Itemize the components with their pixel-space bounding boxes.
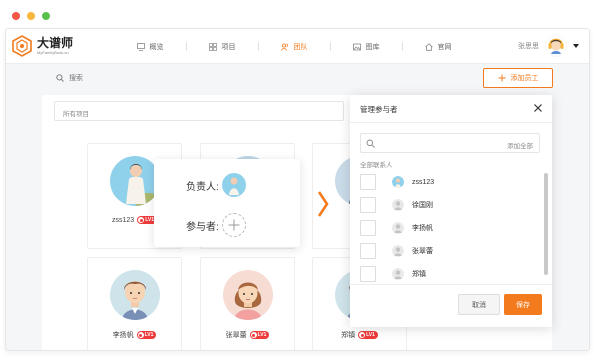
contacts-group-label: 全部联系人 [360, 162, 393, 169]
app-window: 大谱师 MyFamilyBook.cn 概览 项目 团队 图库 官网 张思思 搜… [5, 28, 590, 351]
search-label: 搜索 [69, 75, 83, 82]
contact-name: 徐国刚 [412, 202, 433, 209]
level-badge: LV1 [136, 331, 157, 339]
panel-footer: 取消 保存 [350, 284, 552, 327]
nav-team[interactable]: 团队 [258, 29, 330, 64]
owner-avatar[interactable] [221, 173, 246, 197]
main-nav: 概览 项目 团队 图库 官网 [114, 29, 474, 64]
plus-icon [228, 219, 240, 231]
contact-avatar [392, 176, 404, 188]
nav-overview-label: 概览 [149, 43, 164, 51]
add-participant-button[interactable] [221, 213, 246, 237]
nav-website[interactable]: 官网 [402, 29, 474, 64]
manage-participants-panel: 管理参与者 添加全部 全部联系人 zss123 徐国刚 李扬帆 张翠蕾 郑镇 取… [350, 95, 552, 327]
top-navigation-bar: 大谱师 MyFamilyBook.cn 概览 项目 团队 图库 官网 张思思 [6, 29, 589, 64]
cancel-button[interactable]: 取消 [458, 294, 500, 315]
home-icon [424, 42, 433, 51]
contact-item[interactable]: 张翠蕾 [360, 242, 540, 260]
contact-list-scrollbar[interactable] [544, 173, 548, 275]
contact-checkbox[interactable] [360, 266, 376, 282]
level-badge: LV1 [249, 331, 270, 339]
user-avatar[interactable] [545, 35, 567, 57]
contact-checkbox[interactable] [360, 197, 376, 213]
contact-item[interactable]: 郑镇 [360, 265, 540, 283]
member-name: zss123 [112, 216, 135, 224]
search-icon [56, 74, 64, 82]
chevron-down-icon[interactable] [573, 44, 579, 48]
contact-checkbox[interactable] [360, 220, 376, 236]
member-avatar [110, 270, 160, 320]
contact-item[interactable]: 徐国刚 [360, 196, 540, 214]
save-button[interactable]: 保存 [504, 294, 542, 315]
owner-label: 负责人: [186, 181, 219, 193]
close-icon[interactable] [533, 103, 543, 113]
participants-label: 参与者: [186, 221, 219, 233]
panel-header: 管理参与者 [350, 95, 552, 123]
member-name: 张翠蕾 [225, 332, 247, 339]
member-name: 李扬帆 [112, 332, 134, 339]
user-menu[interactable]: 张思思 [518, 35, 579, 57]
image-icon [352, 43, 361, 50]
contact-search-input[interactable]: 添加全部 [360, 133, 540, 153]
contact-checkbox[interactable] [360, 243, 376, 259]
add-employee-button[interactable]: 添加员工 [483, 68, 553, 88]
brand-subtitle: MyFamilyBook.cn [37, 50, 69, 55]
grid-icon [208, 42, 217, 51]
plus-icon [498, 74, 505, 82]
logo-hexagon-icon [12, 35, 32, 57]
contact-name: 张翠蕾 [412, 248, 433, 255]
user-name: 张思思 [518, 43, 539, 50]
panel-title: 管理参与者 [360, 105, 398, 114]
default-avatar-icon [392, 222, 404, 234]
chevron-right-icon [317, 191, 329, 217]
participants-row: 参与者: [186, 213, 246, 237]
nav-projects[interactable]: 项目 [186, 29, 258, 64]
member-card[interactable]: 张翠蕾 LV1 [200, 257, 295, 350]
window-close-button[interactable] [12, 12, 20, 20]
member-meta: 郑镇 LV1 [313, 330, 406, 340]
member-meta: 李扬帆 LV1 [88, 330, 181, 340]
team-icon [280, 42, 288, 51]
window-minimize-button[interactable] [27, 12, 35, 20]
owner-row: 负责人: [186, 173, 246, 197]
project-filter-select[interactable]: 所有项目 [54, 101, 344, 121]
member-meta: 张翠蕾 LV1 [201, 330, 294, 340]
level-badge: LV1 [358, 331, 378, 339]
nav-overview[interactable]: 概览 [114, 29, 186, 64]
contact-name: 郑镇 [412, 271, 426, 278]
default-avatar-icon [392, 199, 404, 211]
nav-website-label: 官网 [437, 43, 452, 51]
member-role-popup: 负责人: 参与者: [154, 159, 300, 247]
nav-gallery-label: 图库 [365, 43, 380, 51]
brand-logo[interactable]: 大谱师 MyFamilyBook.cn [11, 35, 73, 57]
nav-projects-label: 项目 [221, 43, 236, 51]
window-maximize-button[interactable] [42, 12, 50, 20]
default-avatar-icon [392, 245, 404, 257]
nav-gallery[interactable]: 图库 [330, 29, 402, 64]
member-name: 郑镇 [341, 332, 356, 339]
member-avatar [223, 270, 273, 320]
add-employee-label: 添加员工 [510, 75, 539, 82]
window-controls [12, 12, 50, 20]
toolbar: 搜索 添加员工 [6, 64, 589, 92]
search-icon [366, 139, 375, 148]
contact-name: 李扬帆 [412, 225, 433, 232]
contact-name: zss123 [412, 178, 435, 186]
default-avatar-icon [392, 268, 404, 280]
contact-item[interactable]: 李扬帆 [360, 219, 540, 237]
contact-item[interactable]: zss123 [360, 173, 540, 191]
add-all-link[interactable]: 添加全部 [507, 140, 533, 150]
contact-checkbox[interactable] [360, 174, 376, 190]
monitor-icon [136, 42, 145, 51]
member-avatar [110, 156, 160, 206]
search-input[interactable]: 搜索 [56, 73, 83, 83]
nav-team-label: 团队 [293, 43, 308, 51]
brand-name: 大谱师 [37, 36, 74, 50]
member-card[interactable]: 李扬帆 LV1 [87, 257, 182, 350]
